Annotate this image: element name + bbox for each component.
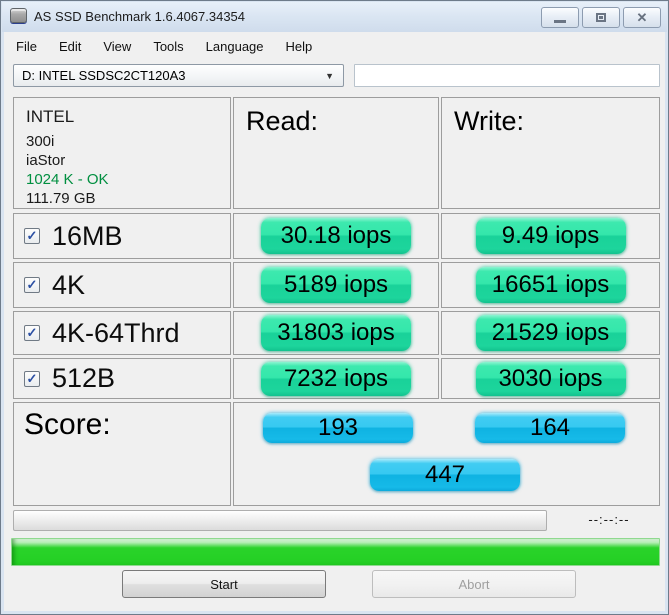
minimize-button[interactable] [541, 7, 579, 28]
progress-bar [13, 510, 547, 531]
write-cell-4k: 16651 iops [441, 262, 660, 308]
drive-select-value: D: INTEL SSDSC2CT120A3 [22, 68, 186, 83]
result-pill-16mb-read: 30.18 iops [261, 218, 411, 254]
overall-progress-bar [11, 538, 660, 566]
app-window: AS SSD Benchmark 1.6.4067.34354 ✕ File E… [0, 0, 669, 615]
close-button[interactable]: ✕ [623, 7, 661, 28]
row-checkbox-4k64[interactable]: ✓ [24, 325, 40, 341]
drive-driver: iaStor [26, 152, 66, 169]
row-label-16mb: 16MB [52, 220, 123, 251]
result-field[interactable] [354, 64, 660, 87]
menu-view[interactable]: View [92, 35, 142, 58]
test-row-512b: ✓ 512B [13, 358, 231, 399]
abort-button: Abort [372, 570, 576, 598]
menu-language[interactable]: Language [195, 35, 275, 58]
menu-tools[interactable]: Tools [142, 35, 194, 58]
drive-vendor: INTEL [26, 107, 75, 126]
row-checkbox-4k[interactable]: ✓ [24, 277, 40, 293]
score-pill-read: 193 [263, 413, 413, 443]
row-label-4k64: 4K-64Thrd [52, 317, 180, 348]
score-label: Score: [24, 408, 111, 441]
read-header-cell: Read: [233, 97, 439, 209]
result-pill-512b-read: 7232 iops [261, 361, 411, 396]
window-title: AS SSD Benchmark 1.6.4067.34354 [34, 9, 246, 24]
write-cell-4k64: 21529 iops [441, 311, 660, 355]
result-pill-512b-write: 3030 iops [475, 361, 626, 396]
row-checkbox-512b[interactable]: ✓ [24, 370, 40, 387]
checkmark-icon: ✓ [26, 228, 38, 243]
read-cell-4k: 5189 iops [233, 262, 439, 308]
result-pill-16mb-write: 9.49 iops [475, 218, 626, 254]
elapsed-time: --:--:-- [588, 512, 630, 527]
maximize-button[interactable] [582, 7, 620, 28]
write-cell-16mb: 9.49 iops [441, 213, 660, 259]
drive-firmware: 300i [26, 133, 55, 150]
score-label-cell: Score: [13, 402, 231, 506]
result-pill-4k-read: 5189 iops [261, 267, 411, 303]
row-checkbox-16mb[interactable]: ✓ [24, 228, 40, 244]
read-cell-4k64: 31803 iops [233, 311, 439, 355]
drive-capacity: 111.79 GB [26, 190, 96, 207]
write-cell-512b: 3030 iops [441, 358, 660, 399]
app-icon [10, 8, 27, 23]
menu-bar: File Edit View Tools Language Help [5, 33, 664, 59]
window-controls: ✕ [541, 7, 661, 28]
score-pill-total: 447 [370, 459, 520, 491]
checkmark-icon: ✓ [26, 277, 38, 292]
score-pill-write: 164 [475, 413, 625, 443]
write-header: Write: [454, 106, 525, 136]
row-label-4k: 4K [52, 269, 86, 300]
drive-select[interactable]: D: INTEL SSDSC2CT120A3 ▼ [13, 64, 344, 87]
read-cell-512b: 7232 iops [233, 358, 439, 399]
result-pill-4k64-write: 21529 iops [475, 315, 626, 351]
test-row-16mb: ✓ 16MB [13, 213, 231, 259]
menu-help[interactable]: Help [275, 35, 324, 58]
read-cell-16mb: 30.18 iops [233, 213, 439, 259]
checkmark-icon: ✓ [26, 325, 38, 340]
close-icon: ✕ [636, 10, 648, 25]
test-row-4k: ✓ 4K [13, 262, 231, 308]
test-row-4k64: ✓ 4K-64Thrd [13, 311, 231, 355]
start-button[interactable]: Start [122, 570, 326, 598]
menu-file[interactable]: File [5, 35, 48, 58]
read-header: Read: [246, 106, 319, 136]
row-label-512b: 512B [52, 363, 116, 393]
maximize-icon [596, 13, 606, 22]
menu-edit[interactable]: Edit [48, 35, 92, 58]
chevron-down-icon: ▼ [325, 71, 334, 81]
result-pill-4k-write: 16651 iops [475, 267, 626, 303]
checkmark-icon: ✓ [26, 370, 38, 386]
title-bar[interactable]: AS SSD Benchmark 1.6.4067.34354 ✕ [2, 2, 667, 32]
minimize-icon [554, 20, 566, 23]
score-results-cell: 193 164 447 [233, 402, 660, 506]
write-header-cell: Write: [441, 97, 660, 209]
result-pill-4k64-read: 31803 iops [261, 315, 411, 351]
drive-info-cell: INTEL 300i iaStor 1024 K - OK 111.79 GB [13, 97, 231, 209]
drive-alignment-status: 1024 K - OK [26, 171, 109, 188]
